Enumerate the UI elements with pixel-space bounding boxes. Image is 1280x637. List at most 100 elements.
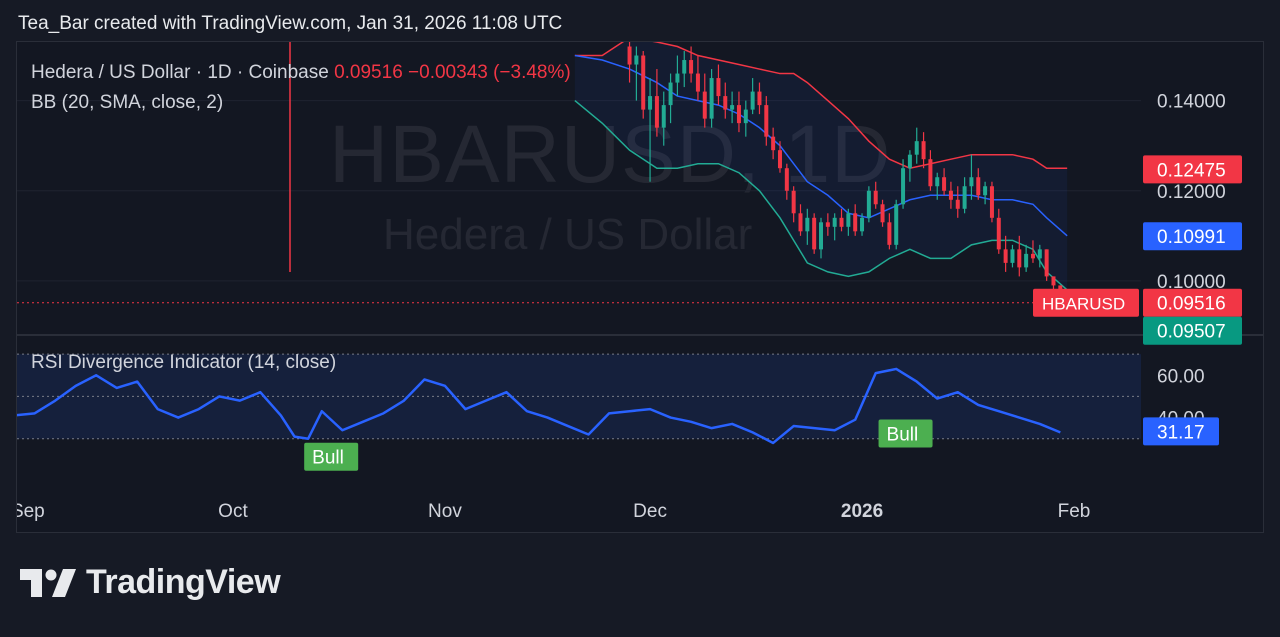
- candle-39: [894, 199, 899, 250]
- candle-body-15: [730, 105, 735, 110]
- candle-body-47: [948, 190, 953, 200]
- candle-body-34: [860, 217, 865, 232]
- tradingview-logo: TradingView: [20, 563, 281, 602]
- candle-body-49: [962, 186, 967, 209]
- candle-body-39: [894, 204, 899, 245]
- candle-body-5: [661, 105, 666, 128]
- candle-body-44: [928, 159, 933, 187]
- candle-body-54: [996, 217, 1001, 250]
- candle-body-52: [983, 186, 988, 196]
- time-tick-label-4: 2026: [841, 501, 883, 522]
- candle-body-6: [668, 82, 673, 106]
- candle-body-56: [1010, 249, 1015, 263]
- candle-body-3: [648, 96, 653, 110]
- candle-body-48: [955, 199, 960, 209]
- candle-body-10: [695, 73, 700, 92]
- price-badge-label-2: 0.09516: [1157, 294, 1226, 315]
- candle-61: [1044, 249, 1049, 281]
- bull-signal-1: Bull: [878, 419, 933, 448]
- candle-body-43: [921, 141, 926, 160]
- candle-body-60: [1037, 249, 1042, 259]
- price-badge-label-0: 0.12475: [1157, 160, 1226, 181]
- price-tick-label-0: 0.14000: [1157, 92, 1226, 113]
- bull-signal-label-1: Bull: [887, 424, 919, 445]
- time-tick-label-2: Nov: [428, 501, 462, 522]
- candle-body-1: [634, 55, 639, 65]
- candle-body-41: [907, 154, 912, 169]
- legend-close: 0.09516: [334, 62, 403, 83]
- tradingview-brand: TradingView: [86, 563, 281, 601]
- chart-header: Tea_Bar created with TradingView.com, Ja…: [18, 13, 563, 34]
- candle-body-33: [853, 213, 858, 232]
- time-tick-label-5: Feb: [1058, 501, 1091, 522]
- candle-58: [1024, 244, 1029, 272]
- candle-body-61: [1044, 249, 1049, 277]
- candle-body-38: [887, 222, 892, 245]
- candle-56: [1010, 244, 1015, 268]
- time-tick-label-1: Oct: [218, 501, 248, 522]
- candle-body-25: [798, 213, 803, 232]
- candle-body-35: [866, 190, 871, 218]
- candle-55: [1003, 235, 1008, 272]
- tradingview-logo-icon: [20, 568, 76, 597]
- candle-body-45: [935, 177, 940, 187]
- candle-body-36: [873, 190, 878, 205]
- candle-62: [1051, 276, 1056, 290]
- rsi-value-badge-label: 31.17: [1157, 422, 1205, 443]
- candle-body-62: [1051, 276, 1056, 286]
- candle-body-28: [819, 222, 824, 250]
- candle-body-4: [654, 96, 659, 128]
- candle-27: [812, 213, 817, 254]
- legend-change: −0.00343 (−3.48%): [408, 62, 571, 83]
- candle-body-58: [1024, 253, 1029, 268]
- time-tick-label-0: Sep: [17, 501, 45, 522]
- candle-body-57: [1017, 249, 1022, 268]
- bull-signal-0: Bull: [304, 442, 359, 471]
- candle-body-40: [901, 168, 906, 205]
- candle-body-8: [682, 60, 687, 74]
- chart-frame[interactable]: HBARUSD, 1D Hedera / US Dollar 0.14000 0.…: [16, 41, 1264, 533]
- candle-body-24: [791, 190, 796, 214]
- candle-body-29: [825, 222, 830, 227]
- candle-body-55: [1003, 249, 1008, 263]
- candle-body-46: [942, 177, 947, 191]
- candle-body-37: [880, 204, 885, 223]
- candle-body-17: [743, 109, 748, 124]
- legend-symbol: Hedera / US Dollar · 1D · Coinbase: [31, 62, 329, 83]
- candle-body-32: [846, 213, 851, 227]
- candle-body-26: [805, 217, 810, 232]
- candle-body-12: [709, 78, 714, 119]
- candle-body-53: [989, 186, 994, 218]
- candle-body-30: [832, 217, 837, 227]
- symbol-badge-label: HBARUSD: [1042, 295, 1125, 314]
- candle-body-21: [771, 136, 776, 151]
- candle-body-23: [784, 168, 789, 191]
- candle-body-50: [969, 177, 974, 187]
- price-tick-label-1: 0.12000: [1157, 182, 1226, 203]
- candle-body-18: [750, 91, 755, 110]
- candle-body-22: [777, 150, 782, 169]
- candle-body-14: [723, 96, 728, 110]
- candle-body-9: [689, 60, 694, 74]
- candle-body-2: [641, 55, 646, 110]
- candle-body-19: [757, 91, 762, 106]
- chart-canvas[interactable]: 0.140000.120000.100000.124750.109910.095…: [17, 42, 1263, 532]
- candle-body-42: [914, 141, 919, 155]
- candle-body-27: [812, 217, 817, 250]
- legend-rsi: RSI Divergence Indicator (14, close): [31, 352, 337, 373]
- candle-body-16: [736, 105, 741, 124]
- candle-body-20: [764, 105, 769, 137]
- candle-2: [641, 51, 646, 119]
- legend-main: Hedera / US Dollar · 1D · Coinbase 0.095…: [31, 62, 571, 84]
- candle-body-13: [716, 78, 721, 97]
- rsi-tick-label-0: 60.00: [1157, 366, 1205, 387]
- candle-42: [914, 127, 919, 164]
- candle-body-31: [839, 217, 844, 227]
- legend-bollinger: BB (20, SMA, close, 2): [31, 92, 224, 113]
- candle-body-7: [675, 73, 680, 83]
- bull-signal-label-0: Bull: [312, 448, 344, 469]
- candle-body-11: [702, 91, 707, 119]
- candle-43: [921, 132, 926, 169]
- candle-53: [989, 181, 994, 223]
- price-badge-label-1: 0.10991: [1157, 227, 1226, 248]
